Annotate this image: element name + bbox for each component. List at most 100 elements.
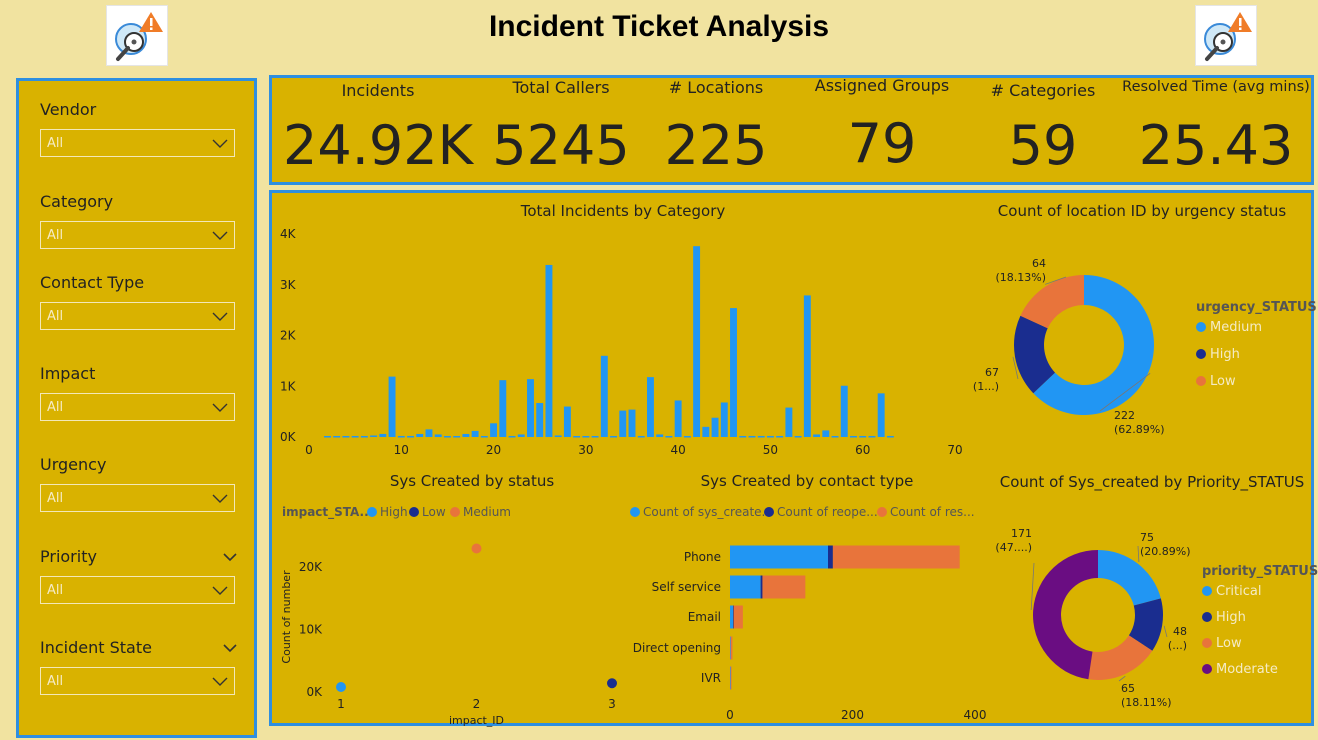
priority-chart-title: Count of Sys_created by Priority_STATUS — [999, 473, 1305, 491]
category-bar — [351, 435, 359, 438]
donut-data-label: (62.89%) — [1114, 423, 1165, 436]
filter-dropdown[interactable]: All — [40, 129, 235, 157]
category-label: IVR — [701, 671, 721, 685]
filter-dropdown[interactable]: All — [40, 393, 235, 421]
y-tick-label: 0K — [280, 430, 297, 444]
filter-dropdown-value: All — [47, 308, 64, 324]
category-label: Phone — [684, 550, 721, 564]
category-bar — [443, 435, 451, 438]
y-tick-label: 20K — [299, 560, 323, 574]
filter-dropdown[interactable]: All — [40, 576, 235, 604]
filter-label: Priority — [40, 547, 237, 566]
x-tick-label: 1 — [337, 697, 345, 711]
category-bar — [748, 435, 756, 438]
donut-slice — [1098, 550, 1161, 606]
filter-incident-state: Incident State All — [40, 638, 237, 695]
kpi-label: Total Callers — [512, 78, 610, 97]
chevron-down-icon — [212, 586, 228, 595]
legend-label: Critical — [1216, 584, 1261, 599]
legend-label: High — [1210, 347, 1240, 362]
collapse-chevron-icon[interactable] — [223, 552, 237, 562]
contact-bar-segment — [730, 575, 761, 599]
y-tick-label: 2K — [280, 329, 297, 343]
filter-label: Category — [40, 192, 237, 211]
page-title: Incident Ticket Analysis — [488, 10, 830, 43]
filter-dropdown[interactable]: All — [40, 221, 235, 249]
legend-label: High — [380, 505, 408, 519]
legend-marker — [367, 507, 377, 517]
kpi-label: # Locations — [668, 78, 764, 97]
filter-label: Vendor — [40, 100, 237, 119]
donut-data-label: 67 — [985, 366, 999, 379]
contact-type-bar-chart: Count of sys_create... Count of reope... C… — [630, 505, 986, 722]
impact-chart-title: Sys Created by status — [389, 472, 555, 490]
y-axis-label: Count of number — [280, 570, 293, 664]
category-bar — [831, 435, 839, 438]
contact-bar-segment — [730, 636, 733, 660]
legend-label: Low — [1210, 374, 1236, 389]
legend-label: Medium — [1210, 320, 1262, 335]
category-bar — [499, 380, 507, 437]
category-bar — [776, 435, 784, 438]
donut-leader-line — [1137, 545, 1140, 562]
y-tick-label: 10K — [299, 623, 323, 637]
kpi-value: 225 — [664, 114, 768, 177]
legend-title: urgency_STATUS — [1196, 300, 1317, 315]
filter-dropdown[interactable]: All — [40, 484, 235, 512]
category-label: Self service — [652, 580, 721, 594]
category-bar — [480, 435, 488, 438]
category-bar — [757, 435, 765, 438]
category-bar — [508, 435, 516, 438]
contact-bar-segment — [762, 575, 806, 599]
urgency-donut-chart: 222(62.89%) 67(1...) 64(18.13%) urgency_STA… — [973, 257, 1317, 436]
category-bar — [822, 430, 830, 437]
filter-dropdown-value: All — [47, 673, 64, 689]
chevron-down-icon — [212, 312, 228, 321]
category-bar — [453, 435, 461, 438]
kpi-label: Assigned Groups — [814, 76, 950, 95]
legend-marker — [1202, 612, 1212, 622]
legend-title: impact_STA... — [282, 505, 373, 520]
filter-label-text: Urgency — [40, 455, 107, 474]
filter-priority: Priority All — [40, 547, 237, 604]
legend-label: Count of res... — [890, 505, 975, 519]
kpi-label: # Categories — [990, 81, 1096, 100]
donut-data-label: (...) — [1168, 639, 1187, 652]
legend-marker — [1202, 664, 1212, 674]
donut-leader-line — [1163, 625, 1168, 638]
category-chart-title: Total Incidents by Category — [520, 202, 726, 220]
filter-category: Category All — [40, 192, 237, 249]
category-bar — [536, 402, 544, 437]
donut-leader-line — [1030, 562, 1035, 611]
category-bar — [683, 435, 691, 438]
x-tick-label: 200 — [841, 708, 864, 722]
category-bar — [600, 355, 608, 437]
collapse-chevron-icon[interactable] — [223, 643, 237, 653]
urgency-chart-title: Count of location ID by urgency status — [997, 202, 1287, 220]
donut-data-label: 65 — [1121, 682, 1135, 695]
filter-dropdown[interactable]: All — [40, 302, 235, 330]
legend-marker — [877, 507, 887, 517]
category-bar — [610, 435, 618, 438]
filter-urgency: Urgency All — [40, 455, 237, 512]
x-tick-label: 0 — [305, 443, 313, 457]
legend-label: High — [1216, 610, 1246, 625]
category-bar — [416, 433, 424, 437]
filter-contact-type: Contact Type All — [40, 273, 237, 330]
category-bar — [868, 435, 876, 438]
contact-bar-segment — [730, 666, 732, 690]
category-bar — [333, 435, 341, 438]
contact-chart-title: Sys Created by contact type — [700, 472, 914, 490]
filter-dropdown[interactable]: All — [40, 667, 235, 695]
legend-marker — [409, 507, 419, 517]
legend-label: Low — [422, 505, 446, 519]
chevron-down-icon — [212, 494, 228, 503]
legend-marker — [1202, 586, 1212, 596]
category-bar — [407, 435, 414, 438]
filter-label-text: Priority — [40, 547, 97, 566]
filter-dropdown-value: All — [47, 490, 64, 506]
category-bar — [517, 434, 525, 437]
category-bar — [794, 435, 802, 438]
category-bar — [554, 435, 562, 437]
legend-title: priority_STATUS — [1202, 564, 1318, 579]
